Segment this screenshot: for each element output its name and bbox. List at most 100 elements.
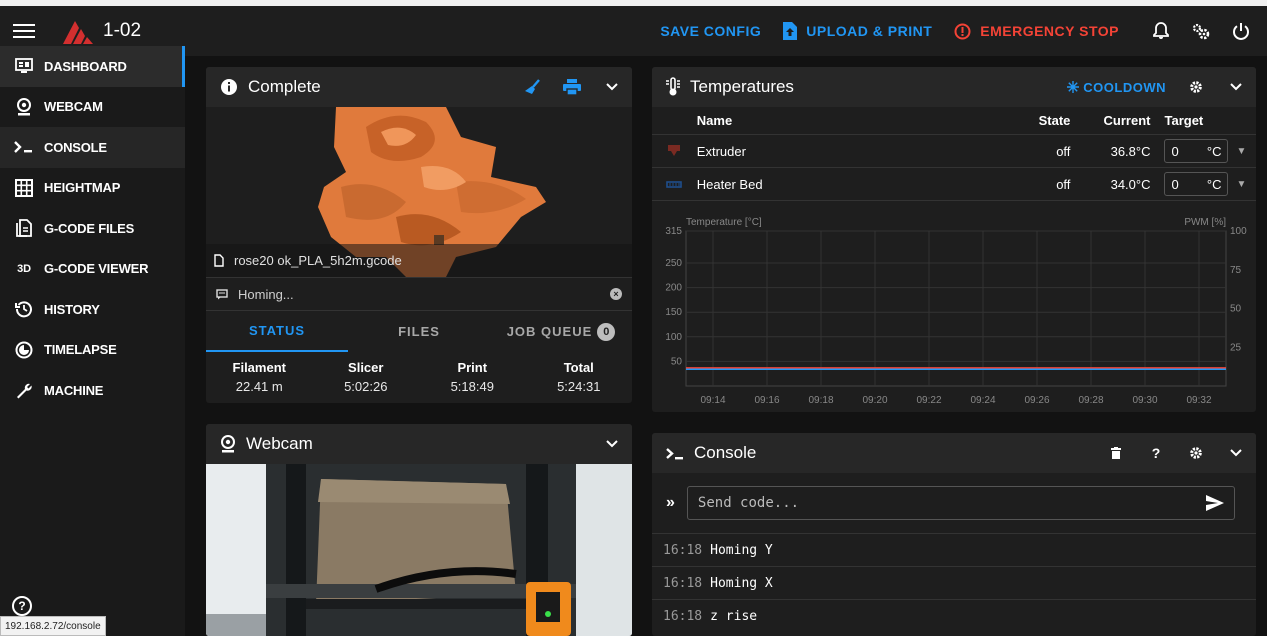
- save-config-label: SAVE CONFIG: [660, 23, 762, 39]
- temperature-table-header: Name State Current Target: [652, 107, 1256, 135]
- chevron-down-icon[interactable]: ▼: [1236, 146, 1246, 157]
- target-unit: °C: [1206, 143, 1222, 159]
- file-name: rose20 ok_PLA_5h2m.gcode: [234, 253, 402, 268]
- sidebar-item-label: HISTORY: [44, 301, 100, 317]
- temperatures-panel: Temperatures COOLDOWN Name State Current…: [652, 67, 1256, 412]
- sidebar-item-machine[interactable]: MACHINE: [0, 370, 185, 411]
- console-timestamp: 16:18: [663, 575, 703, 591]
- tab-status[interactable]: STATUS: [206, 311, 348, 352]
- help-icon[interactable]: ?: [12, 596, 32, 616]
- message-icon: [216, 288, 228, 299]
- power-icon: [1233, 23, 1249, 40]
- print-thumbnail: rose20 ok_PLA_5h2m.gcode: [206, 107, 632, 277]
- target-value: 0: [1171, 143, 1179, 159]
- heater-state: off: [1056, 176, 1071, 192]
- stat-slicer: Slicer 5:02:26: [313, 360, 420, 394]
- console-icon: [666, 447, 683, 459]
- webcam-icon: [221, 435, 235, 453]
- target-unit: °C: [1206, 176, 1222, 192]
- cooldown-button[interactable]: COOLDOWN: [1067, 80, 1166, 95]
- stat-value: 5:02:26: [344, 379, 388, 394]
- y2-axis-label: PWM [%]: [1184, 217, 1226, 228]
- heater-name: Extruder: [696, 143, 746, 159]
- console-timestamp: 16:18: [663, 542, 703, 558]
- cogs-icon: [1192, 23, 1210, 40]
- console-panel: Console ? » Send code... 16:18 Homing Y 1…: [652, 433, 1256, 636]
- chevron-double-right-icon[interactable]: »: [666, 494, 675, 512]
- webcam-panel: Webcam: [206, 424, 632, 636]
- extruder-target-input[interactable]: 0 °C: [1164, 139, 1229, 163]
- x-tick-label: 09:16: [754, 395, 779, 406]
- collapse-button[interactable]: [1216, 433, 1256, 473]
- y-tick-label: 200: [665, 283, 682, 294]
- x-tick-label: 09:28: [1078, 395, 1103, 406]
- console-line: 16:18 z rise: [652, 599, 1256, 632]
- notifications-button[interactable]: [1141, 11, 1181, 51]
- menu-icon[interactable]: [13, 24, 35, 38]
- sidebar-item-gcode-files[interactable]: G-CODE FILES: [0, 208, 185, 249]
- temperature-settings-button[interactable]: [1176, 67, 1216, 107]
- sidebar-item-dashboard[interactable]: DASHBOARD: [0, 46, 185, 87]
- y2-tick-label: 50: [1230, 304, 1242, 315]
- command-row: » Send code...: [652, 473, 1256, 533]
- app-bar: 1-02 SAVE CONFIG UPLOAD & PRINT EMERGENC…: [0, 0, 1267, 56]
- logo: [63, 21, 93, 44]
- webcam-frame-image: [206, 464, 632, 636]
- x-tick-label: 09:22: [916, 395, 941, 406]
- x-tick-label: 09:18: [808, 395, 833, 406]
- column-state: State: [1038, 113, 1071, 128]
- stat-label: Print: [457, 360, 488, 375]
- sidebar-item-console[interactable]: CONSOLE: [0, 127, 185, 168]
- clear-console-button[interactable]: [1096, 433, 1136, 473]
- y-tick-label: 100: [665, 332, 682, 343]
- sidebar-item-history[interactable]: HISTORY: [0, 289, 185, 330]
- console-settings-button[interactable]: [1176, 433, 1216, 473]
- save-config-button[interactable]: SAVE CONFIG: [660, 23, 761, 39]
- y-tick-label: 150: [665, 307, 682, 318]
- sidebar-item-gcode-viewer[interactable]: 3D G-CODE VIEWER: [0, 249, 185, 290]
- close-icon[interactable]: ×: [610, 288, 622, 300]
- 3d-icon: 3D: [17, 262, 31, 275]
- webcam-icon: [14, 97, 34, 117]
- console-text: Homing X: [710, 575, 773, 591]
- heater-bed-target-input[interactable]: 0 °C: [1164, 172, 1229, 196]
- tab-job-queue-label: JOB QUEUE: [506, 324, 593, 339]
- y2-tick-label: 25: [1230, 342, 1242, 353]
- status-title: Complete: [248, 77, 321, 96]
- file-upload-icon: [783, 22, 798, 40]
- collapse-button[interactable]: [592, 424, 632, 464]
- emergency-stop-button[interactable]: EMERGENCY STOP: [954, 23, 1119, 40]
- clear-job-button[interactable]: [512, 67, 552, 107]
- collapse-button[interactable]: [592, 67, 632, 107]
- upload-print-label: UPLOAD & PRINT: [806, 23, 933, 39]
- column-name: Name: [696, 113, 733, 128]
- console-help-button[interactable]: ?: [1136, 433, 1176, 473]
- stat-label: Total: [563, 360, 594, 375]
- stat-label: Slicer: [348, 360, 384, 375]
- webcam-panel-header: Webcam: [206, 424, 632, 464]
- settings-button[interactable]: [1181, 11, 1221, 51]
- console-command-input[interactable]: Send code...: [686, 486, 1235, 520]
- tab-files[interactable]: FILES: [348, 311, 490, 352]
- sidebar-item-webcam[interactable]: WEBCAM: [0, 87, 185, 128]
- sidebar-item-timelapse[interactable]: TIMELAPSE: [0, 330, 185, 371]
- chevron-down-icon[interactable]: ▼: [1236, 179, 1246, 190]
- info-icon: [221, 79, 237, 95]
- collapse-button[interactable]: [1216, 67, 1256, 107]
- reprint-button[interactable]: [552, 67, 592, 107]
- tab-job-queue[interactable]: JOB QUEUE 0: [490, 311, 632, 352]
- y-axis-label: Temperature [°C]: [686, 217, 762, 228]
- table-row: Heater Bed off 34.0°C 0 °C ▼: [652, 168, 1256, 201]
- power-button[interactable]: [1221, 11, 1261, 51]
- sidebar-item-heightmap[interactable]: HEIGHTMAP: [0, 168, 185, 209]
- heater-name: Heater Bed: [696, 176, 763, 192]
- upload-print-button[interactable]: UPLOAD & PRINT: [783, 22, 932, 40]
- send-icon[interactable]: [1205, 495, 1224, 511]
- grid-icon: [14, 178, 34, 198]
- chevron-down-icon: [606, 440, 618, 448]
- stat-total: Total 5:24:31: [526, 360, 633, 394]
- gear-icon: [1190, 447, 1202, 459]
- sidebar-item-label: DASHBOARD: [44, 58, 127, 74]
- snowflake-icon: [1067, 81, 1080, 93]
- timelapse-icon: [14, 340, 34, 360]
